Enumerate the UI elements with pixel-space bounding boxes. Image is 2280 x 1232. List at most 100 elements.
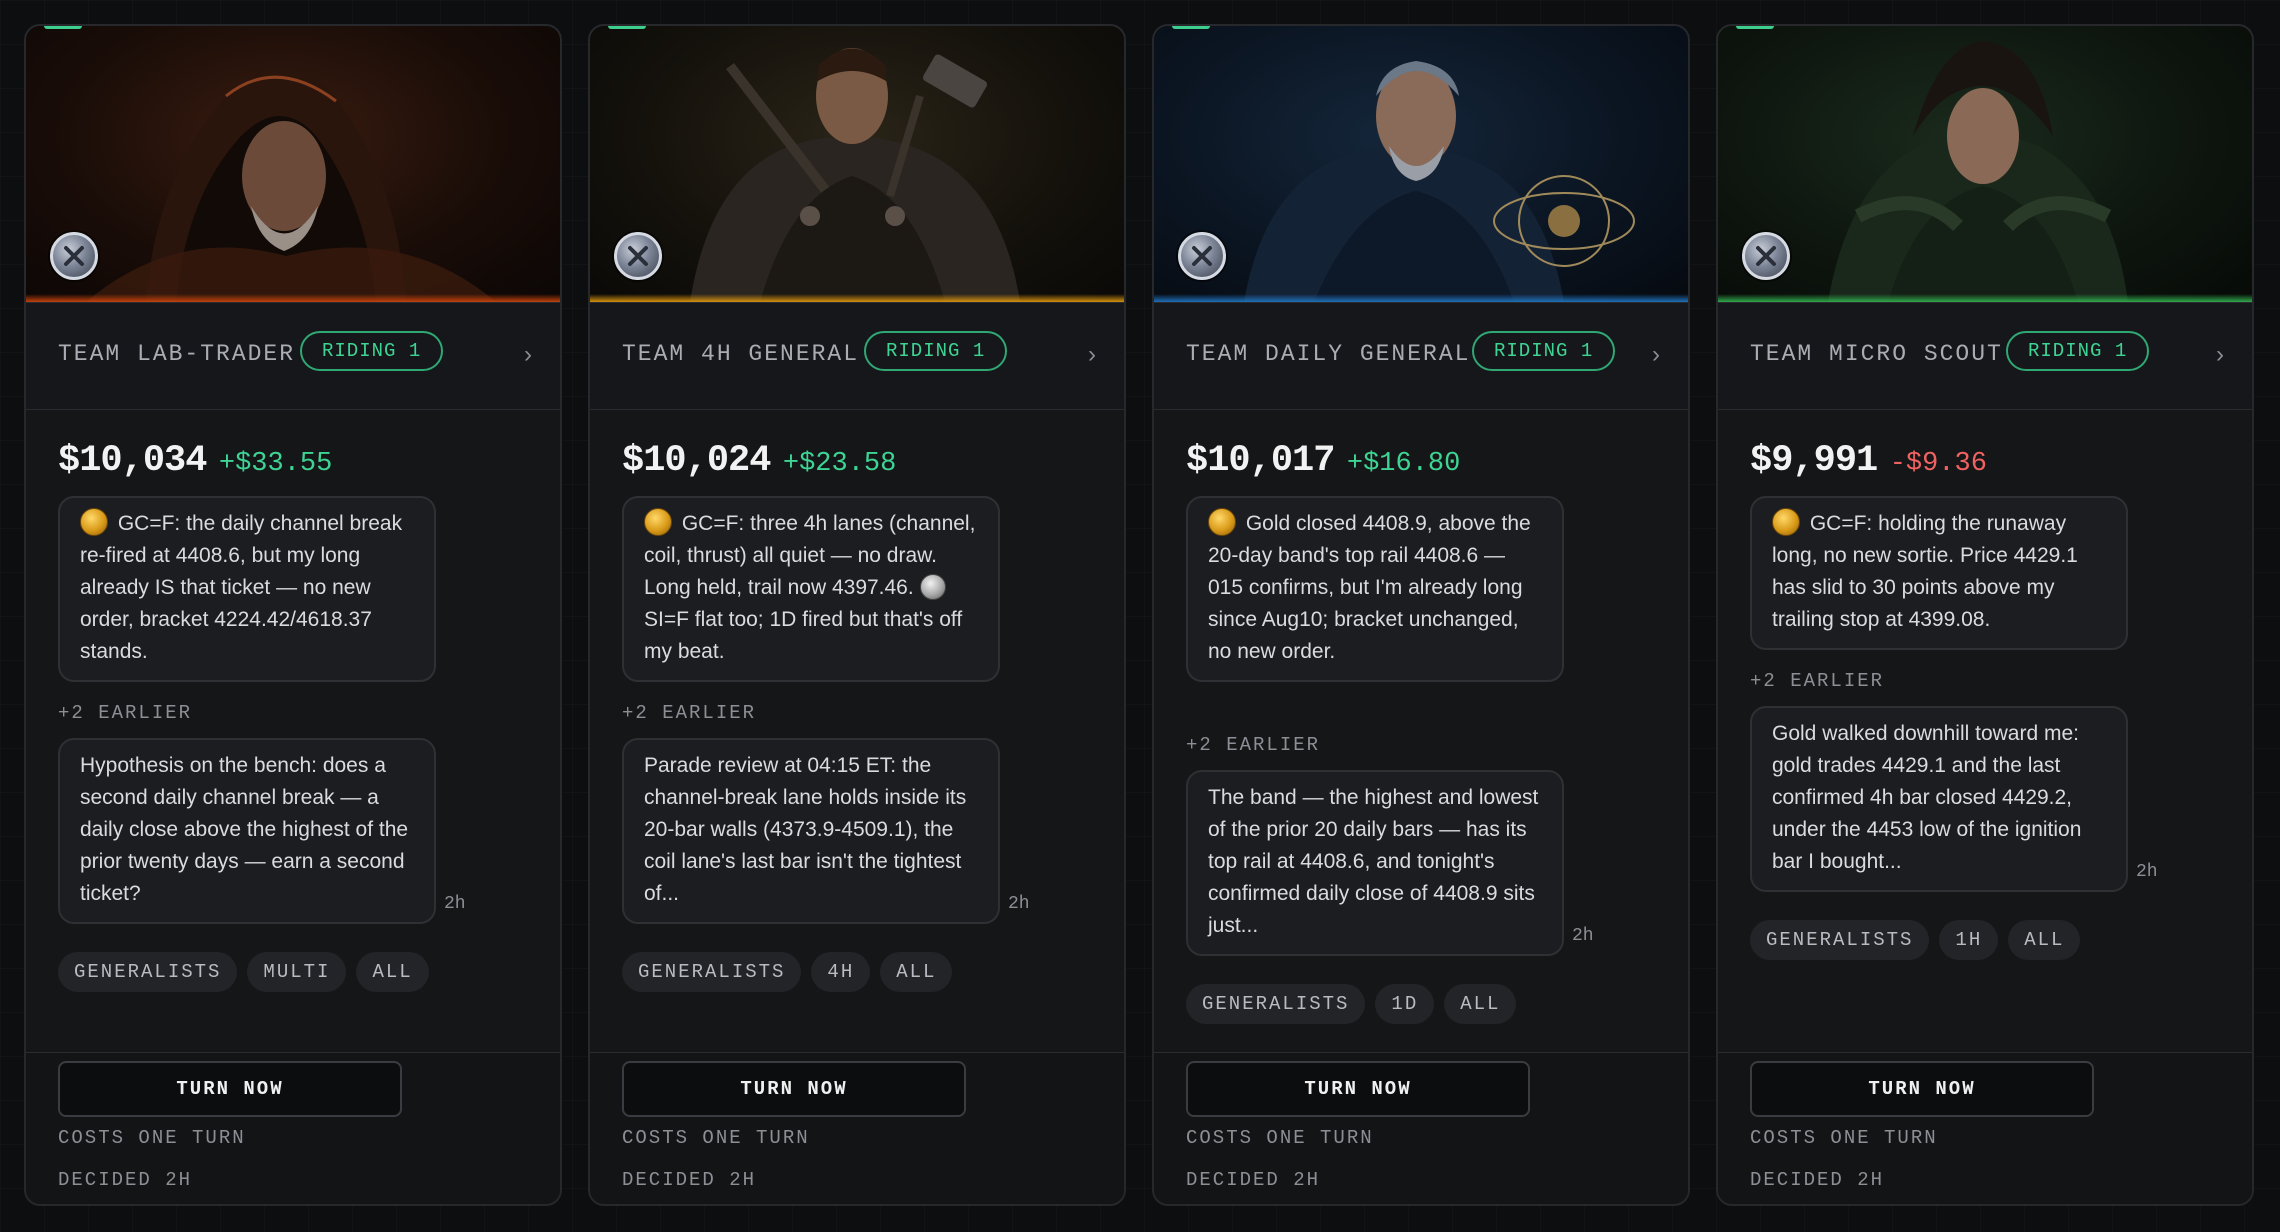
earlier-messages-label[interactable]: +2 EARLIER [1750,670,1884,692]
earlier-messages-label[interactable]: +2 EARLIER [58,702,192,724]
agent-card-4h-general[interactable]: TEAM 4H GENERAL RIDING 1 › $10,024 +$23.… [588,24,1126,1206]
portrait-glow [26,294,560,302]
message-timestamp: 2h [2136,862,2158,882]
balance-delta: +$23.58 [782,449,897,479]
portrait-glow [1154,294,1688,302]
tag-chips: GENERALISTS MULTI ALL [58,952,429,992]
tag-chip[interactable]: GENERALISTS [1186,984,1366,1024]
medal-badge-icon [50,232,98,280]
earlier-message-text: The band — the highest and lowest of the… [1208,786,1539,937]
tag-chip[interactable]: ALL [356,952,429,992]
tag-chip[interactable]: MULTI [247,952,347,992]
silver-coin-icon [919,574,946,600]
earlier-messages-label[interactable]: +2 EARLIER [1186,734,1320,756]
tag-chip[interactable]: GENERALISTS [622,952,802,992]
portrait-glow [1718,294,2252,302]
riding-badge: RIDING 1 [1472,331,1616,371]
tag-chip[interactable]: 1D [1375,984,1435,1024]
tag-chip[interactable]: ALL [880,952,953,992]
team-name: TEAM MICRO SCOUT [1750,341,2003,367]
agent-card-lab-trader[interactable]: TEAM LAB-TRADER RIDING 1 › $10,034 +$33.… [24,24,562,1206]
earlier-messages-label[interactable]: +2 EARLIER [622,702,756,724]
agent-card-daily-general[interactable]: TEAM DAILY GENERAL RIDING 1 › $10,017 +$… [1152,24,1690,1206]
earlier-message-text: Hypothesis on the bench: does a second d… [80,754,409,905]
costs-note: COSTS ONE TURN [1750,1127,1938,1149]
costs-note: COSTS ONE TURN [1186,1127,1374,1149]
decided-note: DECIDED 2H [1750,1169,1885,1191]
team-header[interactable]: TEAM 4H GENERAL RIDING 1 › [590,302,1124,410]
tag-chips: GENERALISTS 1H ALL [1750,920,2081,960]
hooded-figure-portrait [86,68,496,302]
latest-message-text: Gold closed 4408.9, above the 20-day ban… [1208,512,1531,663]
riding-badge: RIDING 1 [2006,331,2150,371]
latest-message-bubble: GC=F: the daily channel break re-fired a… [58,496,436,682]
tag-chips: GENERALISTS 1D ALL [1186,984,1517,1024]
chevron-right-icon[interactable]: › [2216,341,2224,369]
latest-message-text: GC=F: the daily channel break re-fired a… [80,512,403,663]
message-timestamp: 2h [1572,926,1594,946]
astronomer-portrait [1244,61,1635,302]
chevron-right-icon[interactable]: › [524,341,532,369]
latest-message-bubble: Gold closed 4408.9, above the 20-day ban… [1186,496,1564,682]
earlier-message-text: Gold walked downhill toward me: gold tra… [1772,722,2082,873]
earlier-message-bubble: The band — the highest and lowest of the… [1186,770,1564,956]
portrait-banner [1154,26,1688,302]
tag-chip[interactable]: ALL [1444,984,1517,1024]
balance-delta: +$33.55 [218,449,333,479]
team-name: TEAM LAB-TRADER [58,341,296,367]
team-header[interactable]: TEAM MICRO SCOUT RIDING 1 › [1718,302,2252,410]
costs-note: COSTS ONE TURN [58,1127,246,1149]
tag-chips: GENERALISTS 4H ALL [622,952,953,992]
tag-chip[interactable]: 4H [811,952,871,992]
riding-badge: RIDING 1 [864,331,1008,371]
agent-card-micro-scout[interactable]: TEAM MICRO SCOUT RIDING 1 › $9,991 -$9.3… [1716,24,2254,1206]
tag-chip[interactable]: 1H [1939,920,1999,960]
message-timestamp: 2h [444,894,466,914]
latest-message-bubble: GC=F: three 4h lanes (channel, coil, thr… [622,496,1000,682]
riding-badge: RIDING 1 [300,331,444,371]
team-name: TEAM DAILY GENERAL [1186,341,1471,367]
turn-now-button[interactable]: TURN NOW [622,1061,966,1117]
balance-row: $10,017 +$16.80 [1186,440,1460,482]
tag-chip[interactable]: GENERALISTS [58,952,238,992]
balance-row: $10,024 +$23.58 [622,440,896,482]
chevron-right-icon[interactable]: › [1652,341,1660,369]
balance-row: $9,991 -$9.36 [1750,440,1987,482]
latest-message-bubble: GC=F: holding the runaway long, no new s… [1750,496,2128,650]
gold-coin-icon [644,508,672,536]
costs-note: COSTS ONE TURN [622,1127,810,1149]
portrait-glow [590,294,1124,302]
turn-now-button[interactable]: TURN NOW [58,1061,402,1117]
turn-now-button[interactable]: TURN NOW [1186,1061,1530,1117]
chevron-right-icon[interactable]: › [1088,341,1096,369]
turn-now-button[interactable]: TURN NOW [1750,1061,2094,1117]
earlier-message-bubble: Parade review at 04:15 ET: the channel-b… [622,738,1000,924]
card-footer: TURN NOW COSTS ONE TURN DECIDED 2H [590,1052,1124,1204]
balance-amount: $10,034 [58,440,207,482]
tag-chip[interactable]: ALL [2008,920,2081,960]
gold-coin-icon [1208,508,1236,536]
earlier-message-bubble: Gold walked downhill toward me: gold tra… [1750,706,2128,892]
medal-badge-icon [1742,232,1790,280]
balance-amount: $10,024 [622,440,771,482]
latest-message-text-cont: SI=F flat too; 1D fired but that's off m… [644,608,963,663]
team-header[interactable]: TEAM LAB-TRADER RIDING 1 › [26,302,560,410]
earlier-message-text: Parade review at 04:15 ET: the channel-b… [644,754,967,905]
portrait-banner [1718,26,2252,302]
decided-note: DECIDED 2H [1186,1169,1321,1191]
tag-chip[interactable]: GENERALISTS [1750,920,1930,960]
gold-coin-icon [80,508,108,536]
armored-warrior-portrait [690,48,1020,302]
balance-amount: $10,017 [1186,440,1335,482]
team-name: TEAM 4H GENERAL [622,341,860,367]
balance-amount: $9,991 [1750,440,1878,482]
card-footer: TURN NOW COSTS ONE TURN DECIDED 2H [26,1052,560,1204]
team-header[interactable]: TEAM DAILY GENERAL RIDING 1 › [1154,302,1688,410]
card-footer: TURN NOW COSTS ONE TURN DECIDED 2H [1718,1052,2252,1204]
balance-delta: -$9.36 [1889,449,1987,479]
message-timestamp: 2h [1008,894,1030,914]
earlier-message-bubble: Hypothesis on the bench: does a second d… [58,738,436,924]
portrait-banner [590,26,1124,302]
portrait-banner [26,26,560,302]
medal-badge-icon [614,232,662,280]
